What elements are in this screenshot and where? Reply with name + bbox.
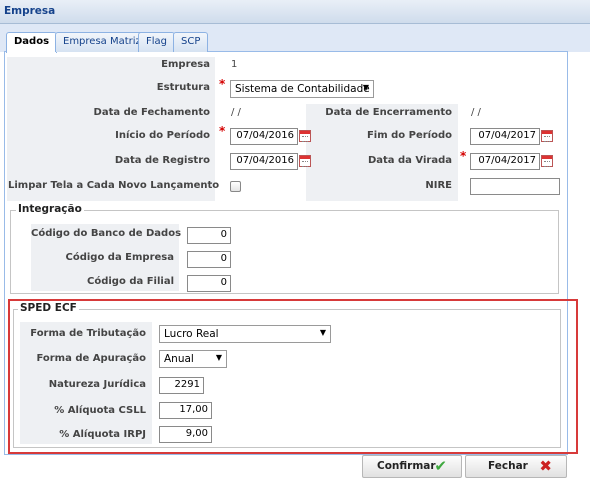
required-asterisk: * [460,149,467,163]
forma-apuracao-select[interactable]: Anual ▼ [159,350,227,368]
aliquota-csll-input[interactable]: 17,00 [159,402,212,419]
fim-periodo-input[interactable]: 07/04/2017 [470,128,540,145]
window-title: Empresa [4,5,56,17]
aliquota-irpj-input[interactable]: 9,00 [159,426,212,443]
required-asterisk: * [219,77,226,91]
triangle-down-icon: ▼ [319,328,326,337]
empresa-label: Empresa [161,59,210,70]
triangle-down-icon: ▼ [362,83,369,92]
codigo-filial-label: Código da Filial [87,276,174,287]
fim-periodo-label: Fim do Período [366,130,452,141]
fechar-label: Fechar [488,460,528,472]
data-encerramento-value: / / [471,107,481,118]
tab-flag[interactable]: Flag [138,32,176,52]
estrutura-label: Estrutura [156,82,210,93]
fechar-button[interactable]: Fechar ✖ [465,455,567,478]
natureza-juridica-label: Natureza Jurídica [48,379,146,390]
limpar-tela-label: Limpar Tela a Cada Novo Lançamento [8,180,220,191]
codigo-filial-input[interactable]: 0 [187,275,231,292]
forma-tributacao-selected: Lucro Real [164,328,219,340]
tab-scp[interactable]: SCP [173,32,209,52]
forma-tributacao-label: Forma de Tributação [30,328,146,339]
inicio-periodo-label: Início do Período [115,130,210,141]
required-asterisk: * [219,124,226,138]
estrutura-selected: Sistema de Contabilidade [235,83,370,95]
window-titlebar: Empresa [0,0,590,24]
close-x-icon: ✖ [539,457,552,475]
nire-input[interactable] [470,178,560,195]
data-virada-input[interactable]: 07/04/2017 [470,153,540,170]
inicio-periodo-input[interactable]: 07/04/2016 [230,128,298,145]
check-icon: ✔ [434,457,447,475]
data-virada-label: Data da Virada [367,155,452,166]
integracao-legend: Integração [16,203,84,215]
data-fechamento-value: / / [231,107,241,118]
codigo-banco-label: Código do Banco de Dados [31,228,182,239]
forma-apuracao-label: Forma de Apuração [36,353,146,364]
tab-empresa-matriz[interactable]: Empresa Matriz [55,32,149,52]
confirmar-label: Confirmar [377,460,436,472]
sped-legend: SPED ECF [18,302,79,314]
nire-label: NIRE [425,180,452,191]
data-registro-label: Data de Registro [114,155,210,166]
aliquota-csll-label: % Alíquota CSLL [54,405,146,416]
data-fechamento-label: Data de Fechamento [93,107,210,118]
forma-tributacao-select[interactable]: Lucro Real ▼ [159,325,331,343]
data-registro-input[interactable]: 07/04/2016 [230,153,298,170]
forma-apuracao-selected: Anual [164,353,194,365]
aliquota-irpj-label: % Alíquota IRPJ [59,429,146,440]
triangle-down-icon: ▼ [215,353,222,362]
limpar-tela-checkbox[interactable] [230,181,241,192]
codigo-banco-input[interactable]: 0 [187,227,231,244]
codigo-empresa-label: Código da Empresa [65,252,174,263]
empresa-value: 1 [231,59,238,70]
calendar-icon[interactable] [541,155,553,167]
calendar-icon[interactable] [541,130,553,142]
natureza-juridica-input[interactable]: 2291 [159,377,204,394]
confirmar-button[interactable]: Confirmar ✔ [362,455,462,478]
data-encerramento-label: Data de Encerramento [325,107,452,118]
estrutura-select[interactable]: Sistema de Contabilidade ▼ [230,80,374,98]
codigo-empresa-input[interactable]: 0 [187,251,231,268]
tab-dados[interactable]: Dados [6,32,58,53]
